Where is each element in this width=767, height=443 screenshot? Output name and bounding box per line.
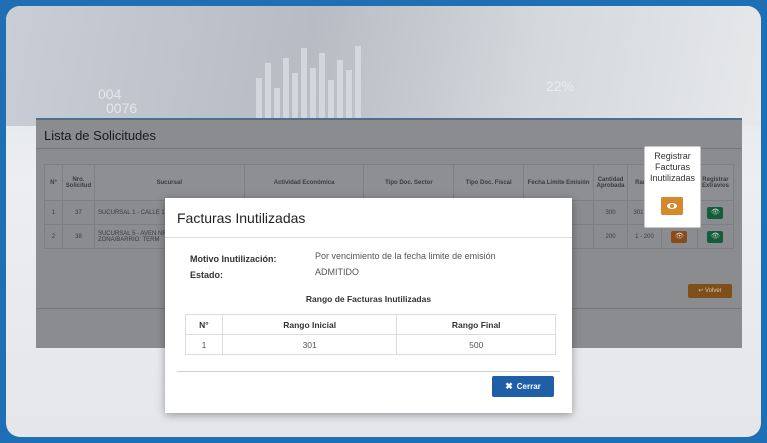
hero-bar-graphic [256, 46, 364, 118]
estado-value: ADMITIDO [315, 267, 359, 277]
motivo-value: Por vencimiento de la fecha limite de em… [315, 251, 496, 261]
tooltip: Registrar Facturas Inutilizadas [644, 146, 701, 228]
col-header: Rango Final [396, 314, 556, 335]
col-header: Tipo Doc. Sector [363, 164, 455, 201]
col-header: Tipo Doc. Fiscal [453, 164, 525, 201]
cell: 👁 [696, 200, 735, 225]
table-row: 1 301 500 [185, 334, 556, 355]
motivo-label: Motivo Inutilización: [190, 254, 277, 264]
col-header: Rango Inicial [221, 314, 398, 335]
divider [36, 148, 742, 149]
volver-label: Volver [705, 288, 722, 294]
table-header-row: N° Rango Inicial Rango Final [185, 314, 556, 335]
cell: 301 [221, 334, 398, 355]
tooltip-text: Registrar Facturas Inutilizadas [649, 151, 696, 183]
cell: 200 [593, 224, 629, 249]
col-header: N° [44, 164, 63, 201]
cell: 38 [61, 224, 95, 249]
hero-banner: 004 0076 22% [6, 6, 761, 126]
col-header: Cantidad Aprobada [593, 164, 629, 201]
hero-number: 0076 [106, 100, 138, 116]
range-title: Rango de Facturas Inutilizadas [305, 294, 432, 304]
registrar-inutilizadas-button[interactable]: 👁 [671, 230, 688, 243]
col-header: Actividad Económica [243, 164, 365, 201]
col-header: Fecha Limite Emisión [523, 164, 595, 201]
cell: 300 [593, 200, 629, 225]
cell: 👁 [696, 224, 735, 249]
cell: 500 [396, 334, 556, 355]
panel-title: Lista de Solicitudes [44, 128, 157, 143]
col-header: N° [185, 314, 223, 335]
col-header: Sucursal [93, 164, 245, 201]
cell: 1 [44, 200, 63, 225]
modal-title: Facturas Inutilizadas [177, 210, 306, 226]
estado-label: Estado: [190, 270, 224, 280]
volver-button[interactable]: ↩ Volver [688, 284, 732, 298]
cell: 1 [185, 334, 223, 355]
cell: 👁 [660, 224, 698, 249]
cell: 2 [44, 224, 63, 249]
cell: 37 [61, 200, 95, 225]
cerrar-label: Cerrar [516, 382, 541, 391]
divider [177, 371, 560, 372]
close-icon: ✖ [505, 381, 513, 391]
registrar-inutilizadas-button[interactable] [661, 197, 683, 215]
range-table: N° Rango Inicial Rango Final 1 301 500 [185, 314, 556, 355]
eye-icon [667, 203, 677, 209]
registrar-extravios-button[interactable]: 👁 [707, 230, 724, 243]
table-header-row: N° Nro. Solicitud Sucursal Actividad Eco… [44, 164, 735, 201]
divider [165, 237, 572, 238]
registrar-extravios-button[interactable]: 👁 [707, 206, 724, 219]
cerrar-button[interactable]: ✖ Cerrar [492, 376, 554, 397]
cell: 1 - 200 [627, 224, 662, 249]
facturas-inutilizadas-modal: Facturas Inutilizadas Motivo Inutilizaci… [165, 198, 572, 413]
hero-number: 22% [546, 78, 575, 94]
col-header: Registrar Extravios [696, 164, 735, 201]
col-header: Nro. Solicitud [61, 164, 95, 201]
